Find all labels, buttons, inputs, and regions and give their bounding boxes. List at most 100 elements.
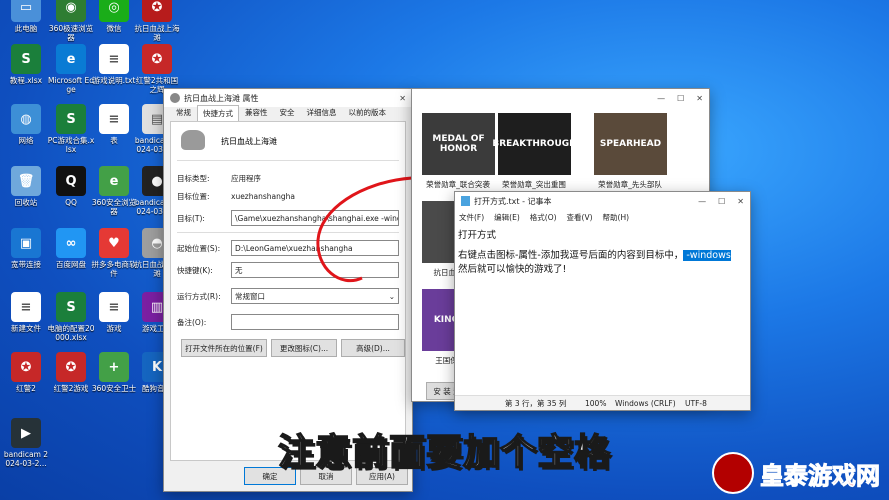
desktop-icon[interactable]: e Microsoft Edge [47,44,95,94]
shortcut-key-input[interactable]: 无 [231,262,399,278]
desktop-icon[interactable]: e 360安全浏览器 [90,166,138,216]
game-thumbnail-label: 荣誉勋章_突出重围 [502,180,566,189]
desktop-icon[interactable]: ≡ 游戏 [90,292,138,333]
app-big-icon [181,130,205,150]
app-icon: ✪ [11,352,41,382]
comment-label: 备注(O): [177,317,207,327]
maximize-icon[interactable]: ☐ [718,197,725,206]
desktop-icon[interactable]: S 电脑的配置20000.xlsx [47,292,95,342]
app-icon: ≡ [99,292,129,322]
desktop-icon[interactable]: +360安全卫士 [90,352,138,393]
watermark-logo: 皇泰游戏网 [712,452,881,494]
desktop-icon[interactable]: ◍ 网络 [2,104,50,145]
desktop-icon[interactable]: ✪ 红警2共和国之辉 [133,44,181,94]
close-icon[interactable]: ✕ [696,94,703,103]
desktop-icon[interactable]: Q QQ [47,166,95,207]
desktop-icon-label: 教程.xlsx [9,76,43,85]
text-line-2: 右键点击图标-属性-添加我逗号后面的内容到目标中， -windows [458,249,747,263]
advanced-button[interactable]: 高级(D)... [341,339,405,357]
open-file-location-button[interactable]: 打开文件所在的位置(F) [181,339,267,357]
run-select[interactable]: 常规窗口 ⌄ [231,288,399,304]
run-label: 运行方式(R): [177,291,221,301]
app-icon: e [56,44,86,74]
game-thumbnail[interactable]: MEDAL OF HONOR [422,113,495,175]
game-thumbnail[interactable]: SPEARHEAD [594,113,667,175]
notepad-text-area[interactable]: 打开方式 右键点击图标-属性-添加我逗号后面的内容到目标中， -windows … [455,225,750,281]
tab-5[interactable]: 以前的版本 [343,104,393,121]
app-icon: ◉ [56,0,86,22]
tab-0[interactable]: 常规 [170,104,197,121]
desktop-icon-label: 游戏 [106,324,122,333]
desktop-icon[interactable]: 🗑 回收站 [2,166,50,207]
app-icon: Q [56,166,86,196]
menu-item[interactable]: 格式(O) [530,212,557,223]
app-icon: ◍ [11,104,41,134]
notepad-icon [461,196,470,206]
desktop-icon-label: 360安全浏览器 [91,198,137,216]
dialog-title: 抗日血战上海滩 属性 [184,93,259,103]
selected-text: -windows [683,250,731,261]
app-icon: ▶ [11,418,41,448]
maximize-icon[interactable]: ☐ [677,94,684,103]
desktop-icon-label: 百度网盘 [56,260,86,269]
shortcut-key-label: 快捷键(K): [177,265,213,275]
desktop-icon-label: 拼多多电商软件 [91,260,137,278]
tab-3[interactable]: 安全 [274,104,301,121]
desktop-icon[interactable]: ▶ bandicam 2024-03-2... [2,418,50,468]
minimize-icon[interactable]: — [698,197,706,206]
change-icon-button[interactable]: 更改图标(C)... [271,339,337,357]
target-label: 目标(T): [177,213,205,223]
tab-1[interactable]: 快捷方式 [197,105,239,121]
desktop-icon[interactable]: ✪ 抗日血战上海滩 [133,0,181,42]
desktop-icon[interactable]: ◉ 360极速浏览器 [47,0,95,42]
desktop-icon[interactable]: ≡ 新建文件 [2,292,50,333]
menu-item[interactable]: 帮助(H) [603,212,630,223]
game-thumbnail-label: 荣誉勋章_联合突袭 [426,180,490,189]
desktop-icon[interactable]: ≡ 游戏说明.txt [90,44,138,85]
close-icon[interactable]: ✕ [399,94,406,103]
desktop-icon-label: bandicam 2024-03-2... [3,450,49,468]
desktop-icon[interactable]: S PC游戏合集.xlsx [47,104,95,154]
tab-4[interactable]: 详细信息 [301,104,343,121]
desktop-icon-label: 网络 [18,136,34,145]
target-location-value: xuezhanshangha [231,191,295,201]
target-input[interactable]: \Game\xuezhanshangha\shanghai.exe -windo… [231,210,399,226]
desktop-icon[interactable]: ∞ 百度网盘 [47,228,95,269]
desktop-icon-label: Microsoft Edge [47,76,94,94]
minimize-icon[interactable]: — [657,94,665,103]
desktop-icon[interactable]: ✪ 红警2游戏 [47,352,95,393]
desktop-icon[interactable]: ▣ 宽带连接 [2,228,50,269]
app-icon: ◎ [99,0,129,22]
game-thumbnail[interactable]: BREAKTHROUGH [492,113,577,175]
desktop-icon[interactable]: S 教程.xlsx [2,44,50,85]
start-in-input[interactable]: D:\LeonGame\xuezhanshangha [231,240,399,256]
menu-item[interactable]: 文件(F) [459,212,484,223]
comment-input[interactable] [231,314,399,330]
target-location-label: 目标位置: [177,191,210,201]
watermark-text: 皇泰游戏网 [760,461,881,490]
desktop-icon[interactable]: ≡ 表 [90,104,138,145]
desktop-icon-label: 360安全卫士 [91,384,137,393]
close-icon[interactable]: ✕ [737,197,744,206]
status-position: 第 3 行，第 35 列 [505,398,567,408]
desktop-icon[interactable]: ▭ 此电脑 [2,0,50,33]
app-icon: + [99,352,129,382]
desktop-icon-label: 此电脑 [14,24,38,33]
desktop-icon-label: 抗日血战上海滩 [134,24,180,42]
desktop-icon-label: PC游戏合集.xlsx [47,136,95,154]
status-eol: Windows (CRLF) [615,398,676,408]
notepad-window: 打开方式.txt - 记事本 — ☐ ✕ 文件(F) 编辑(E) 格式(O) 查看(V) 帮… [454,191,751,411]
menu-item[interactable]: 编辑(E) [494,212,520,223]
desktop-icon[interactable]: ♥ 拼多多电商软件 [90,228,138,278]
desktop-icon[interactable]: ◎ 微信 [90,0,138,33]
text-line-3: 然后就可以愉快的游戏了! [458,264,567,275]
menu-item[interactable]: 查看(V) [567,212,593,223]
desktop-icon-label: 红警2 [16,384,36,393]
chevron-down-icon: ⌄ [388,291,395,301]
tab-2[interactable]: 兼容性 [239,104,274,121]
desktop-icon[interactable]: ✪ 红警2 [2,352,50,393]
desktop-icon-label: 360极速浏览器 [48,24,94,42]
dialog-tabs: 常规 快捷方式 兼容性 安全 详细信息 以前的版本 [164,104,412,121]
app-icon: ✪ [56,352,86,382]
temple-logo-icon [712,452,754,494]
